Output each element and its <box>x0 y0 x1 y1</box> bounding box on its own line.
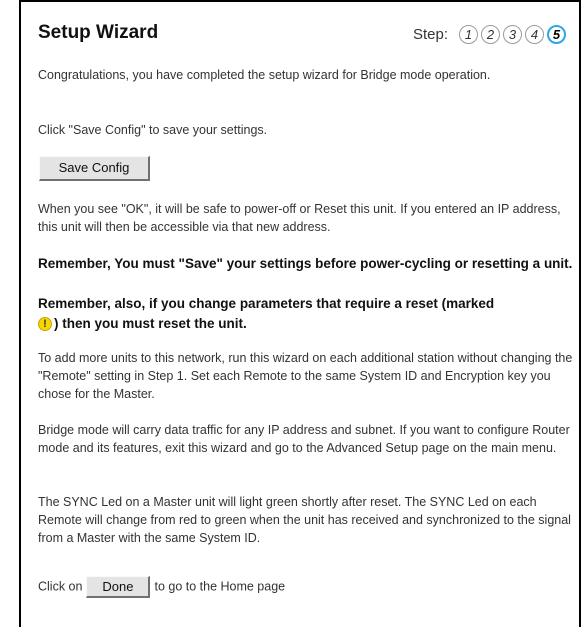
to-home-text: to go to the Home page <box>154 579 286 594</box>
step-4: 4 <box>525 24 544 44</box>
step-3: 3 <box>503 24 522 44</box>
step-1: 1 <box>459 24 478 44</box>
step-5-current: 5 <box>547 24 566 44</box>
congrats-text: Congratulations, you have completed the … <box>38 68 491 82</box>
remember-reset-text: Remember, also, if you change parameters… <box>38 294 574 334</box>
step-label: Step: <box>412 25 448 43</box>
click-on-text: Click on <box>38 579 83 594</box>
step-2: 2 <box>481 24 500 44</box>
save-config-button[interactable]: Save Config <box>39 156 150 181</box>
remember-save-text: Remember, You must "Save" your settings … <box>38 256 573 271</box>
warning-icon: ! <box>38 317 52 332</box>
wizard-panel: Setup Wizard Step: 1 2 3 4 5 Congratulat… <box>19 0 581 627</box>
step-indicator: Step: 1 2 3 4 5 <box>413 22 566 46</box>
remember-reset-text-b: ) then you must reset the unit. <box>54 316 247 331</box>
add-units-text: To add more units to this network, run t… <box>38 351 573 401</box>
bridge-mode-text: Bridge mode will carry data traffic for … <box>38 423 570 455</box>
wizard-header: Setup Wizard Step: 1 2 3 4 5 <box>38 22 566 48</box>
remember-reset-text-a: Remember, also, if you change parameters… <box>38 296 495 311</box>
done-button[interactable]: Done <box>86 576 151 598</box>
sync-led-text: The SYNC Led on a Master unit will light… <box>38 495 571 545</box>
page-title: Setup Wizard <box>38 22 159 43</box>
ok-note-text: When you see "OK", it will be safe to po… <box>38 202 561 234</box>
click-save-text: Click "Save Config" to save your setting… <box>38 123 268 137</box>
done-row: Click on Done to go to the Home page <box>38 576 574 598</box>
